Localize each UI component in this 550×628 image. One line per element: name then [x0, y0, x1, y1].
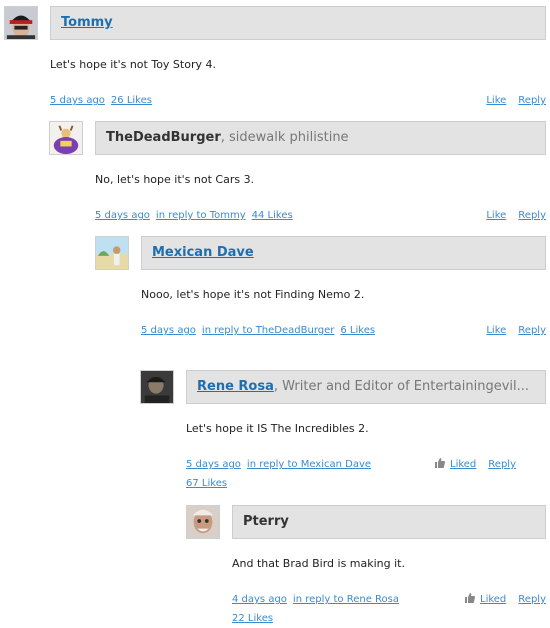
thumbs-up-icon [434, 457, 446, 469]
like-button[interactable]: Like [486, 210, 506, 221]
likes-count-link[interactable]: 67 Likes [186, 478, 227, 489]
comment-meta: 4 days ago in reply to Rene Rosa 22 Likes… [232, 590, 546, 628]
in-reply-to-link[interactable]: in reply to Rene Rosa [293, 594, 399, 605]
author-bar: Tommy [50, 6, 546, 40]
in-reply-to-link[interactable]: in reply to Tommy [156, 210, 246, 221]
author-description: , sidewalk philistine [220, 130, 349, 145]
liked-button[interactable]: Liked [480, 594, 506, 605]
comment-thedeadburger: TheDeadBurger, sidewalk philistine No, l… [49, 121, 546, 221]
comment-text: Let's hope it's not Toy Story 4. [50, 58, 216, 71]
author-name[interactable]: Mexican Dave [152, 245, 254, 260]
comment-meta: 5 days ago in reply to TheDeadBurger 6 Lik… [141, 321, 546, 340]
author-name[interactable]: Pterry [243, 514, 289, 529]
author-bar: Mexican Dave [141, 236, 546, 270]
reply-button[interactable]: Reply [518, 210, 546, 221]
like-button[interactable]: Like [486, 325, 506, 336]
avatar[interactable] [4, 6, 38, 40]
comment-meta: 5 days ago in reply to Tommy 44 Likes Like… [95, 206, 546, 225]
comment-pterry: Pterry And that Brad Bird is making it. … [186, 505, 546, 624]
timestamp-link[interactable]: 5 days ago [141, 325, 196, 336]
comment-text: Nooo, let's hope it's not Finding Nemo 2… [141, 288, 365, 301]
likes-count-link[interactable]: 26 Likes [111, 95, 152, 106]
author-bar: TheDeadBurger, sidewalk philistine [95, 121, 546, 155]
author-bar: Rene Rosa, Writer and Editor of Entertai… [186, 370, 546, 404]
avatar[interactable] [186, 505, 220, 539]
pterry-avatar-icon [187, 506, 219, 538]
author-bar: Pterry [232, 505, 546, 539]
comment-text: No, let's hope it's not Cars 3. [95, 173, 255, 186]
author-description: , Writer and Editor of Entertainingevil.… [273, 379, 530, 394]
author-name[interactable]: TheDeadBurger [106, 130, 221, 145]
likes-count-link[interactable]: 44 Likes [252, 210, 293, 221]
avatar[interactable] [140, 370, 174, 404]
reply-button[interactable]: Reply [518, 325, 546, 336]
like-button[interactable]: Like [486, 95, 506, 106]
timestamp-link[interactable]: 5 days ago [50, 95, 105, 106]
comment-text: And that Brad Bird is making it. [232, 557, 405, 570]
likes-count-link[interactable]: 6 Likes [340, 325, 375, 336]
timestamp-link[interactable]: 4 days ago [232, 594, 287, 605]
reply-button[interactable]: Reply [488, 459, 516, 470]
mexican-dave-avatar-icon [96, 237, 128, 269]
comment-meta: 5 days ago in reply to Mexican Dave 67 Li… [186, 455, 516, 493]
comment-rene-rosa: Rene Rosa, Writer and Editor of Entertai… [140, 370, 546, 490]
comment-mexican-dave: Mexican Dave Nooo, let's hope it's not F… [95, 236, 546, 336]
likes-count-link[interactable]: 22 Likes [232, 613, 273, 624]
avatar[interactable] [49, 121, 83, 155]
liked-button[interactable]: Liked [450, 459, 476, 470]
reply-button[interactable]: Reply [518, 594, 546, 605]
timestamp-link[interactable]: 5 days ago [95, 210, 150, 221]
thedeadburger-avatar-icon [50, 122, 82, 154]
tommy-avatar-icon [5, 7, 37, 39]
comment-meta: 5 days ago 26 Likes Like Reply [50, 91, 546, 110]
in-reply-to-link[interactable]: in reply to Mexican Dave [247, 459, 371, 470]
timestamp-link[interactable]: 5 days ago [186, 459, 241, 470]
avatar[interactable] [95, 236, 129, 270]
author-name[interactable]: Rene Rosa [197, 379, 274, 394]
reply-button[interactable]: Reply [518, 95, 546, 106]
thumbs-up-icon [464, 592, 476, 604]
author-name[interactable]: Tommy [61, 15, 113, 30]
comment-text: Let's hope it IS The Incredibles 2. [186, 422, 369, 435]
comment-tommy: Tommy Let's hope it's not Toy Story 4. 5… [4, 6, 546, 106]
in-reply-to-link[interactable]: in reply to TheDeadBurger [202, 325, 334, 336]
rene-rosa-avatar-icon [141, 371, 173, 403]
